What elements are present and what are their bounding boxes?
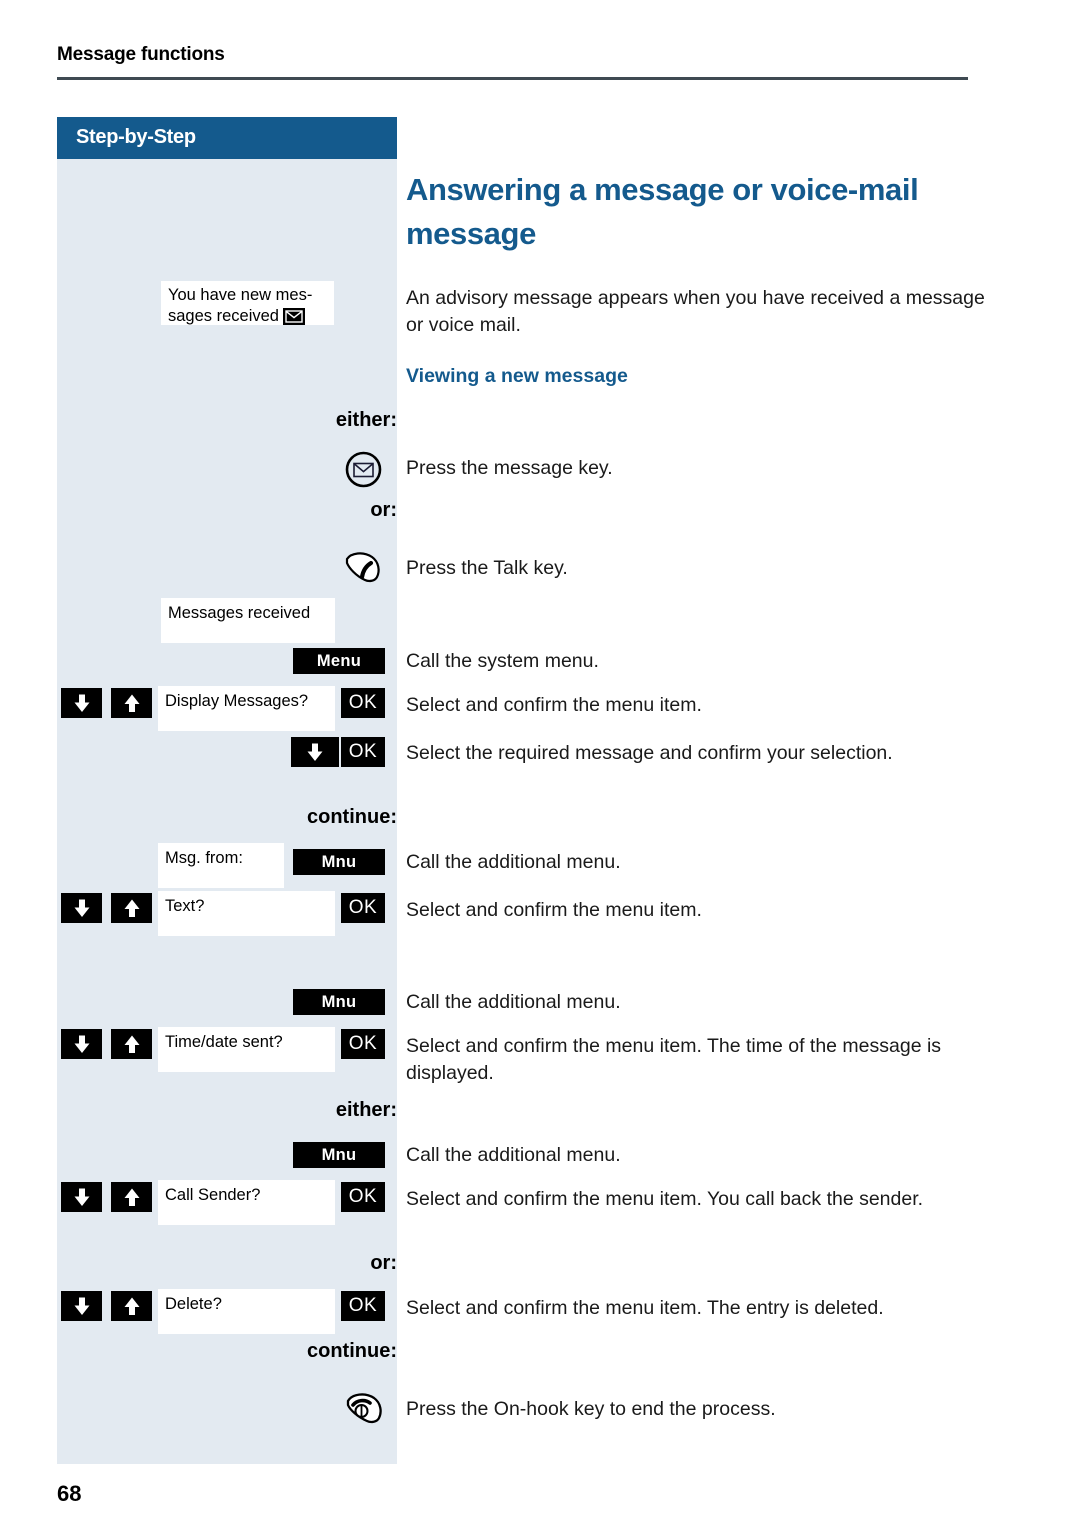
marker-either-2: either: — [335, 1099, 397, 1121]
display-call-sender: Call Sender? — [158, 1180, 335, 1225]
display-line-1: You have new mes- — [168, 286, 313, 304]
page-number: 68 — [57, 1481, 82, 1506]
softkey-ok-2[interactable]: OK — [341, 737, 385, 767]
display-line: Messages received — [168, 604, 311, 622]
step-text-6: Call the additional menu. — [406, 851, 621, 873]
step-text-5: Select the required message and confirm … — [406, 742, 893, 764]
step-text-10: Call the additional menu. — [406, 1144, 621, 1166]
step-text-4: Select and confirm the menu item. — [406, 694, 702, 716]
display-msg-from: Msg. from: — [158, 843, 284, 888]
on-hook-key-icon[interactable] — [341, 1389, 387, 1429]
arrow-up-icon[interactable] — [111, 1291, 152, 1321]
display-line: Time/date sent? — [165, 1033, 283, 1051]
envelope-icon — [282, 307, 305, 331]
manual-page: Message functions Step-by-Step Answering… — [0, 0, 1080, 1529]
softkey-ok-4[interactable]: OK — [341, 1029, 385, 1059]
arrow-up-icon[interactable] — [111, 1182, 152, 1212]
arrow-up-icon[interactable] — [111, 893, 152, 923]
display-line: Call Sender? — [165, 1186, 261, 1204]
softkey-ok-3[interactable]: OK — [341, 893, 385, 923]
marker-continue-1: continue: — [307, 806, 397, 828]
softkey-menu[interactable]: Menu — [293, 648, 385, 674]
content-column: Answering a message or voice-mail messag… — [406, 168, 985, 387]
softkey-ok-1[interactable]: OK — [341, 688, 385, 718]
page-title: Answering a message or voice-mail messag… — [406, 172, 919, 252]
display-line: Msg. from: — [165, 849, 243, 867]
step-by-step-banner: Step-by-Step — [57, 117, 397, 159]
marker-or-2: or: — [370, 1252, 397, 1274]
running-header-title: Message functions — [57, 44, 225, 65]
arrow-down-icon[interactable] — [61, 893, 102, 923]
step-text-3: Call the system menu. — [406, 650, 599, 672]
step-text-9: Select and confirm the menu item. The ti… — [406, 1035, 942, 1084]
step-by-step-label: Step-by-Step — [76, 126, 196, 148]
marker-continue-2: continue: — [307, 1340, 397, 1362]
step-text-1: Press the message key. — [406, 457, 613, 479]
intro-paragraph: An advisory message appears when you hav… — [406, 287, 985, 336]
softkey-ok-5[interactable]: OK — [341, 1182, 385, 1212]
arrow-up-icon[interactable] — [111, 688, 152, 718]
step-text-2: Press the Talk key. — [406, 557, 568, 579]
arrow-down-icon[interactable] — [61, 1291, 102, 1321]
talk-key-icon[interactable] — [341, 549, 385, 587]
display-line: Delete? — [165, 1295, 222, 1313]
marker-either-1: either: — [335, 409, 397, 431]
header-divider — [57, 77, 968, 80]
step-text-11: Select and confirm the menu item. You ca… — [406, 1188, 924, 1210]
marker-or-1: or: — [370, 499, 397, 521]
display-messages-received: Messages received — [161, 598, 335, 643]
arrow-down-icon[interactable] — [61, 688, 102, 718]
display-line: Display Messages? — [165, 692, 309, 710]
softkey-mnu-3[interactable]: Mnu — [293, 1142, 385, 1168]
section-subtitle: Viewing a new message — [406, 365, 628, 387]
step-text-8: Call the additional menu. — [406, 991, 621, 1013]
softkey-ok-6[interactable]: OK — [341, 1291, 385, 1321]
message-key-icon[interactable] — [344, 450, 383, 489]
arrow-down-icon[interactable] — [61, 1029, 102, 1059]
step-text-13: Press the On-hook key to end the process… — [406, 1398, 776, 1420]
arrow-down-icon[interactable] — [61, 1182, 102, 1212]
softkey-mnu-2[interactable]: Mnu — [293, 989, 385, 1015]
display-display-messages: Display Messages? — [158, 686, 335, 731]
step-text-12: Select and confirm the menu item. The en… — [406, 1297, 884, 1319]
arrow-up-icon[interactable] — [111, 1029, 152, 1059]
display-line: Text? — [165, 897, 205, 915]
step-text-7: Select and confirm the menu item. — [406, 899, 702, 921]
softkey-mnu-1[interactable]: Mnu — [293, 849, 385, 875]
display-line-2: sages received — [168, 306, 279, 325]
display-time-date-sent: Time/date sent? — [158, 1027, 335, 1072]
display-new-messages: You have new mes- sages received — [161, 281, 334, 325]
arrow-down-icon[interactable] — [291, 737, 339, 767]
display-text: Text? — [158, 891, 335, 936]
display-delete: Delete? — [158, 1289, 335, 1334]
